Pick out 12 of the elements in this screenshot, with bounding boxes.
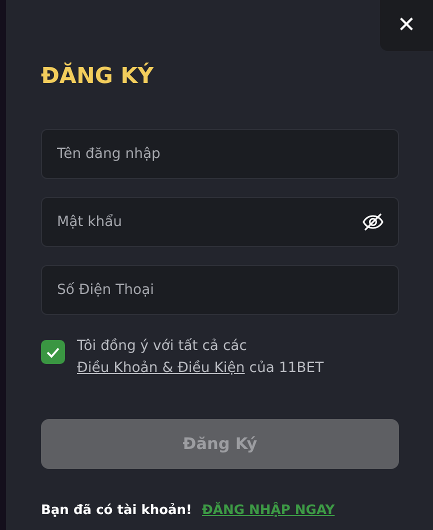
terms-link[interactable]: Điều Khoản & Điều Kiện — [77, 360, 245, 376]
terms-text: Tôi đồng ý với tất cả các Điều Khoản & Điều Kiện của 11BET — [77, 337, 325, 378]
password-field[interactable]: Mật khẩu — [41, 197, 399, 247]
input-field[interactable]: Số Điện Thoại — [41, 265, 399, 315]
dialog-title: ĐĂNG KÝ — [41, 62, 155, 91]
close-button[interactable]: ✕ — [380, 0, 433, 51]
input-field[interactable]: Tên đăng nhập — [41, 129, 399, 179]
have-account-text: Bạn đã có tài khoản! — [41, 502, 192, 520]
checkbox[interactable] — [41, 340, 65, 364]
eye-slash-icon[interactable] — [362, 213, 384, 231]
login-link[interactable]: ĐĂNG NHẬP NGAY — [202, 501, 335, 520]
check-icon — [46, 346, 60, 358]
